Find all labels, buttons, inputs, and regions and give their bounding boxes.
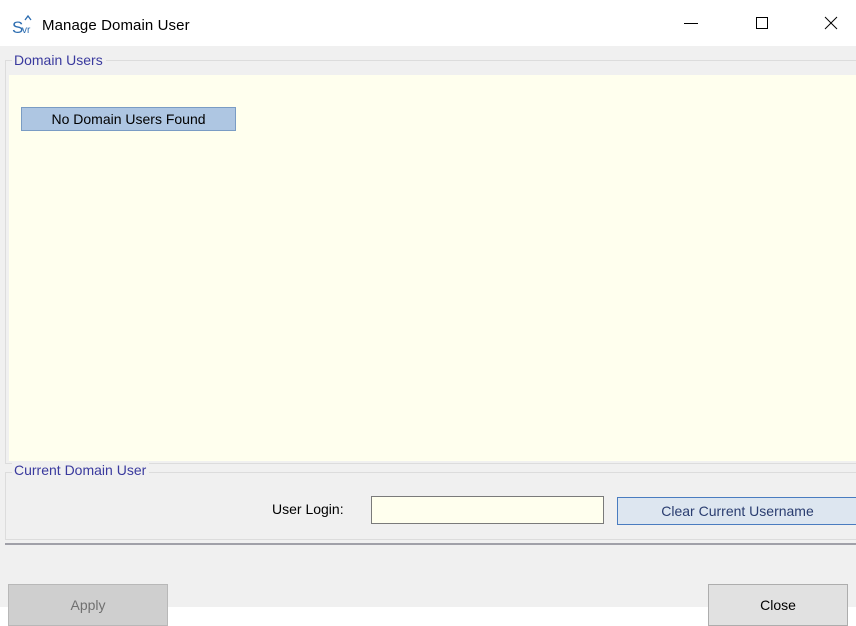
window-title: Manage Domain User bbox=[42, 17, 190, 34]
maximize-button[interactable] bbox=[739, 0, 785, 46]
svg-text:vr: vr bbox=[22, 25, 31, 36]
user-login-input[interactable] bbox=[371, 496, 604, 524]
svr-app-icon: S vr bbox=[12, 14, 32, 36]
domain-users-legend: Domain Users bbox=[12, 52, 106, 68]
domain-users-list[interactable]: No Domain Users Found bbox=[9, 75, 856, 461]
title-bar[interactable]: S vr Manage Domain User bbox=[0, 0, 856, 46]
apply-button[interactable]: Apply bbox=[8, 584, 168, 626]
close-icon bbox=[824, 16, 838, 30]
current-domain-user-legend: Current Domain User bbox=[12, 462, 150, 478]
no-users-list-item[interactable]: No Domain Users Found bbox=[21, 107, 236, 131]
close-button[interactable]: Close bbox=[708, 584, 848, 626]
dialog-client-area: Domain Users No Domain Users Found Curre… bbox=[0, 46, 856, 626]
user-login-label: User Login: bbox=[272, 501, 344, 517]
minimize-icon bbox=[684, 23, 698, 24]
clear-current-username-button[interactable]: Clear Current Username bbox=[617, 497, 856, 525]
footer-separator bbox=[5, 543, 856, 545]
minimize-button[interactable] bbox=[668, 0, 714, 46]
maximize-icon bbox=[756, 17, 768, 29]
close-window-button[interactable] bbox=[808, 0, 854, 46]
